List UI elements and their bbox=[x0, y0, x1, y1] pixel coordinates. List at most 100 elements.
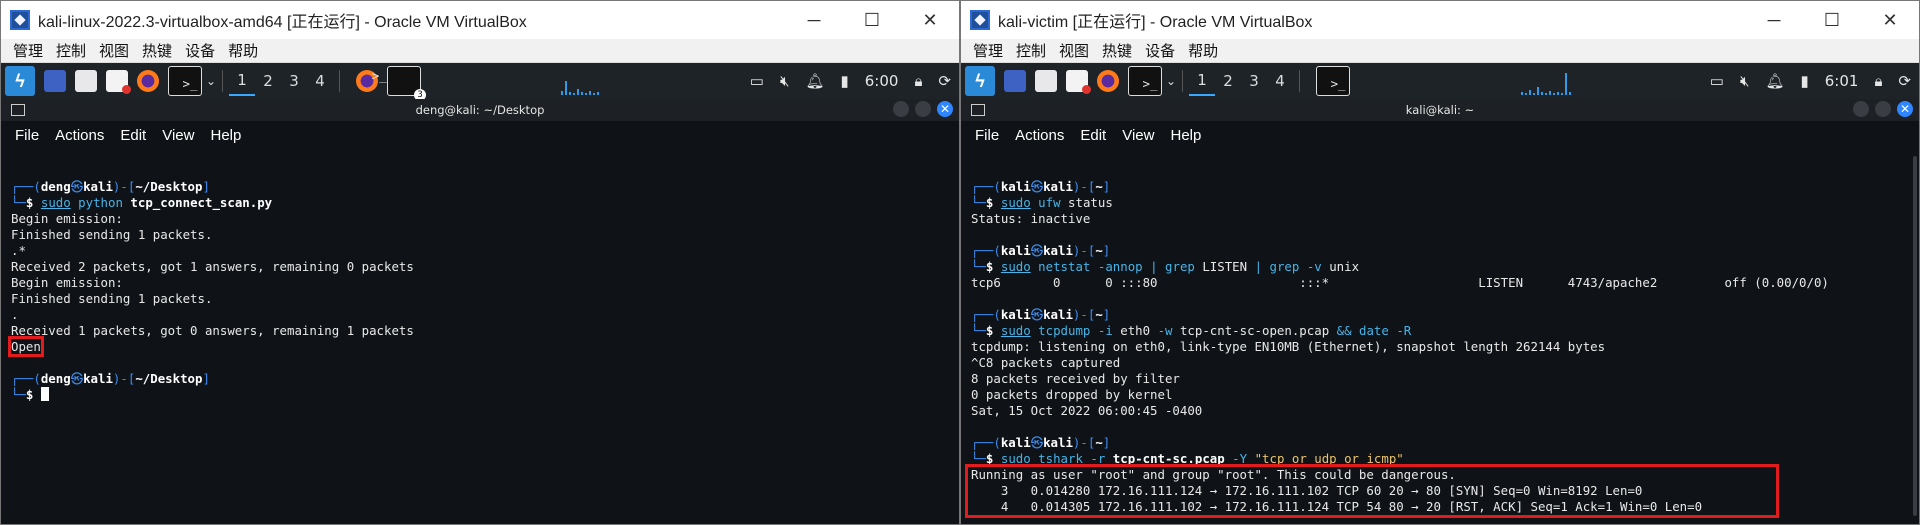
term-menu-view[interactable]: View bbox=[162, 127, 194, 144]
output-line: Begin emission: bbox=[11, 275, 123, 290]
output-line: 4 0.014305 172.16.111.102 → 172.16.111.1… bbox=[971, 499, 1703, 514]
menu-view[interactable]: 视图 bbox=[1059, 40, 1089, 61]
kali-top-panel: ϟ >_ ⌄ 1 2 3 4 >_ ▭ 🔇︎ 🔔︎ ▮ 6:01 🔒︎ ⟳ bbox=[961, 63, 1919, 99]
text-editor-icon[interactable] bbox=[106, 70, 131, 94]
network-icon[interactable]: ▭ bbox=[1710, 72, 1724, 90]
output-line: . bbox=[11, 307, 19, 322]
task-terminal-icon[interactable]: >_ bbox=[1316, 66, 1351, 96]
minimize-button[interactable]: ─ bbox=[1745, 1, 1803, 39]
battery-icon[interactable]: ▮ bbox=[840, 72, 848, 90]
workspace-4[interactable]: 4 bbox=[1267, 66, 1293, 96]
terminal-launcher-icon[interactable]: >_ bbox=[168, 66, 202, 96]
mute-icon[interactable]: 🔇︎ bbox=[1740, 73, 1749, 90]
task-terminal-icon[interactable]: >_ 3 bbox=[372, 66, 427, 101]
term-menu-actions[interactable]: Actions bbox=[1015, 127, 1064, 144]
output-line: Received 1 packets, got 0 answers, remai… bbox=[11, 323, 414, 338]
terminal-maximize-button[interactable] bbox=[915, 101, 931, 117]
terminal-maximize-button[interactable] bbox=[1875, 101, 1891, 117]
menu-help[interactable]: 帮助 bbox=[228, 40, 258, 61]
menu-view[interactable]: 视图 bbox=[99, 40, 129, 61]
minimize-button[interactable]: ─ bbox=[785, 1, 843, 39]
menu-help[interactable]: 帮助 bbox=[1188, 40, 1218, 61]
file-manager-icon[interactable] bbox=[75, 70, 97, 92]
term-menu-file[interactable]: File bbox=[975, 127, 999, 144]
term-menu-file[interactable]: File bbox=[15, 127, 39, 144]
menu-control[interactable]: 控制 bbox=[1016, 40, 1046, 61]
terminal-close-button[interactable]: ✕ bbox=[1897, 101, 1913, 117]
terminal-title: kali@kali: ~ bbox=[1405, 103, 1475, 117]
menu-manage[interactable]: 管理 bbox=[13, 40, 43, 61]
output-line: Sat, 15 Oct 2022 06:00:45 -0400 bbox=[971, 403, 1203, 418]
maximize-button[interactable]: ☐ bbox=[843, 1, 901, 39]
firefox-icon[interactable] bbox=[137, 70, 159, 92]
term-menu-actions[interactable]: Actions bbox=[55, 127, 104, 144]
battery-icon[interactable]: ▮ bbox=[1800, 72, 1808, 90]
mute-icon[interactable]: 🔇︎ bbox=[780, 73, 789, 90]
output-line: .* bbox=[11, 243, 26, 258]
kali-menu-icon[interactable]: ϟ bbox=[5, 66, 35, 96]
terminal-output[interactable]: ┌──(deng㉿kali)-[~/Desktop] └─$ sudo pytho… bbox=[1, 149, 959, 435]
output-line: Finished sending 1 packets. bbox=[11, 227, 213, 242]
scan-result-open: Open bbox=[8, 336, 44, 357]
menu-devices[interactable]: 设备 bbox=[185, 40, 215, 61]
workspace-1[interactable]: 1 bbox=[1189, 66, 1216, 96]
workspace-3[interactable]: 3 bbox=[281, 66, 307, 96]
show-desktop-icon[interactable] bbox=[44, 70, 66, 92]
notification-bell-icon[interactable]: 🔔︎ bbox=[805, 72, 824, 90]
notification-bell-icon[interactable]: 🔔︎ bbox=[1765, 72, 1784, 90]
close-button[interactable]: ✕ bbox=[901, 1, 959, 39]
firefox-icon[interactable] bbox=[1097, 70, 1119, 92]
vbox-menubar: 管理 控制 视图 热键 设备 帮助 bbox=[961, 39, 1919, 63]
workspace-3[interactable]: 3 bbox=[1241, 66, 1267, 96]
term-menu-edit[interactable]: Edit bbox=[1080, 127, 1106, 144]
menu-manage[interactable]: 管理 bbox=[973, 40, 1003, 61]
output-line: Received 2 packets, got 1 answers, remai… bbox=[11, 259, 414, 274]
output-line: 8 packets received by filter bbox=[971, 371, 1180, 386]
term-menu-help[interactable]: Help bbox=[210, 127, 241, 144]
term-menu-help[interactable]: Help bbox=[1170, 127, 1201, 144]
menu-devices[interactable]: 设备 bbox=[1145, 40, 1175, 61]
window-titlebar[interactable]: kali-victim [正在运行] - Oracle VM VirtualBo… bbox=[961, 1, 1919, 39]
chevron-down-icon[interactable]: ⌄ bbox=[206, 74, 216, 88]
tshark-result-box: Running as user "root" and group "root".… bbox=[965, 464, 1779, 518]
terminal-titlebar[interactable]: kali@kali: ~ ✕ bbox=[961, 99, 1919, 121]
terminal-output[interactable]: ┌──(kali㉿kali)-[~] └─$ sudo ufw status Sta… bbox=[961, 149, 1919, 524]
output-line: 3 0.014280 172.16.111.124 → 172.16.111.1… bbox=[971, 483, 1643, 498]
vbox-menubar: 管理 控制 视图 热键 设备 帮助 bbox=[1, 39, 959, 63]
workspace-2[interactable]: 2 bbox=[255, 66, 281, 96]
terminal-minimize-button[interactable] bbox=[893, 101, 909, 117]
terminal-titlebar[interactable]: deng@kali: ~/Desktop ✕ bbox=[1, 99, 959, 121]
lock-icon[interactable]: 🔒︎ bbox=[1874, 73, 1882, 90]
terminal-close-button[interactable]: ✕ bbox=[937, 101, 953, 117]
menu-hotkeys[interactable]: 热键 bbox=[142, 40, 172, 61]
close-button[interactable]: ✕ bbox=[1861, 1, 1919, 39]
terminal-menubar: File Actions Edit View Help bbox=[961, 121, 1919, 149]
text-editor-icon[interactable] bbox=[1066, 70, 1091, 94]
terminal-minimize-button[interactable] bbox=[1853, 101, 1869, 117]
term-menu-view[interactable]: View bbox=[1122, 127, 1154, 144]
network-icon[interactable]: ▭ bbox=[750, 72, 764, 90]
cpu-graph bbox=[1521, 73, 1571, 95]
show-desktop-icon[interactable] bbox=[1004, 70, 1026, 92]
output-line: ^C8 packets captured bbox=[971, 355, 1121, 370]
clock[interactable]: 6:00 bbox=[865, 72, 899, 90]
workspace-1[interactable]: 1 bbox=[229, 66, 256, 96]
power-icon[interactable]: ⟳ bbox=[938, 72, 951, 90]
file-manager-icon[interactable] bbox=[1035, 70, 1057, 92]
menu-control[interactable]: 控制 bbox=[56, 40, 86, 61]
output-line: 0 packets dropped by kernel bbox=[971, 387, 1173, 402]
lock-icon[interactable]: 🔒︎ bbox=[914, 73, 922, 90]
window-titlebar[interactable]: kali-linux-2022.3-virtualbox-amd64 [正在运行… bbox=[1, 1, 959, 39]
clock[interactable]: 6:01 bbox=[1825, 72, 1859, 90]
workspace-4[interactable]: 4 bbox=[307, 66, 333, 96]
workspace-2[interactable]: 2 bbox=[1215, 66, 1241, 96]
terminal-menubar: File Actions Edit View Help bbox=[1, 121, 959, 149]
power-icon[interactable]: ⟳ bbox=[1898, 72, 1911, 90]
window-title: kali-linux-2022.3-virtualbox-amd64 [正在运行… bbox=[38, 14, 527, 31]
maximize-button[interactable]: ☐ bbox=[1803, 1, 1861, 39]
kali-menu-icon[interactable]: ϟ bbox=[965, 66, 995, 96]
term-menu-edit[interactable]: Edit bbox=[120, 127, 146, 144]
terminal-launcher-icon[interactable]: >_ bbox=[1128, 66, 1162, 96]
menu-hotkeys[interactable]: 热键 bbox=[1102, 40, 1132, 61]
chevron-down-icon[interactable]: ⌄ bbox=[1166, 74, 1176, 88]
